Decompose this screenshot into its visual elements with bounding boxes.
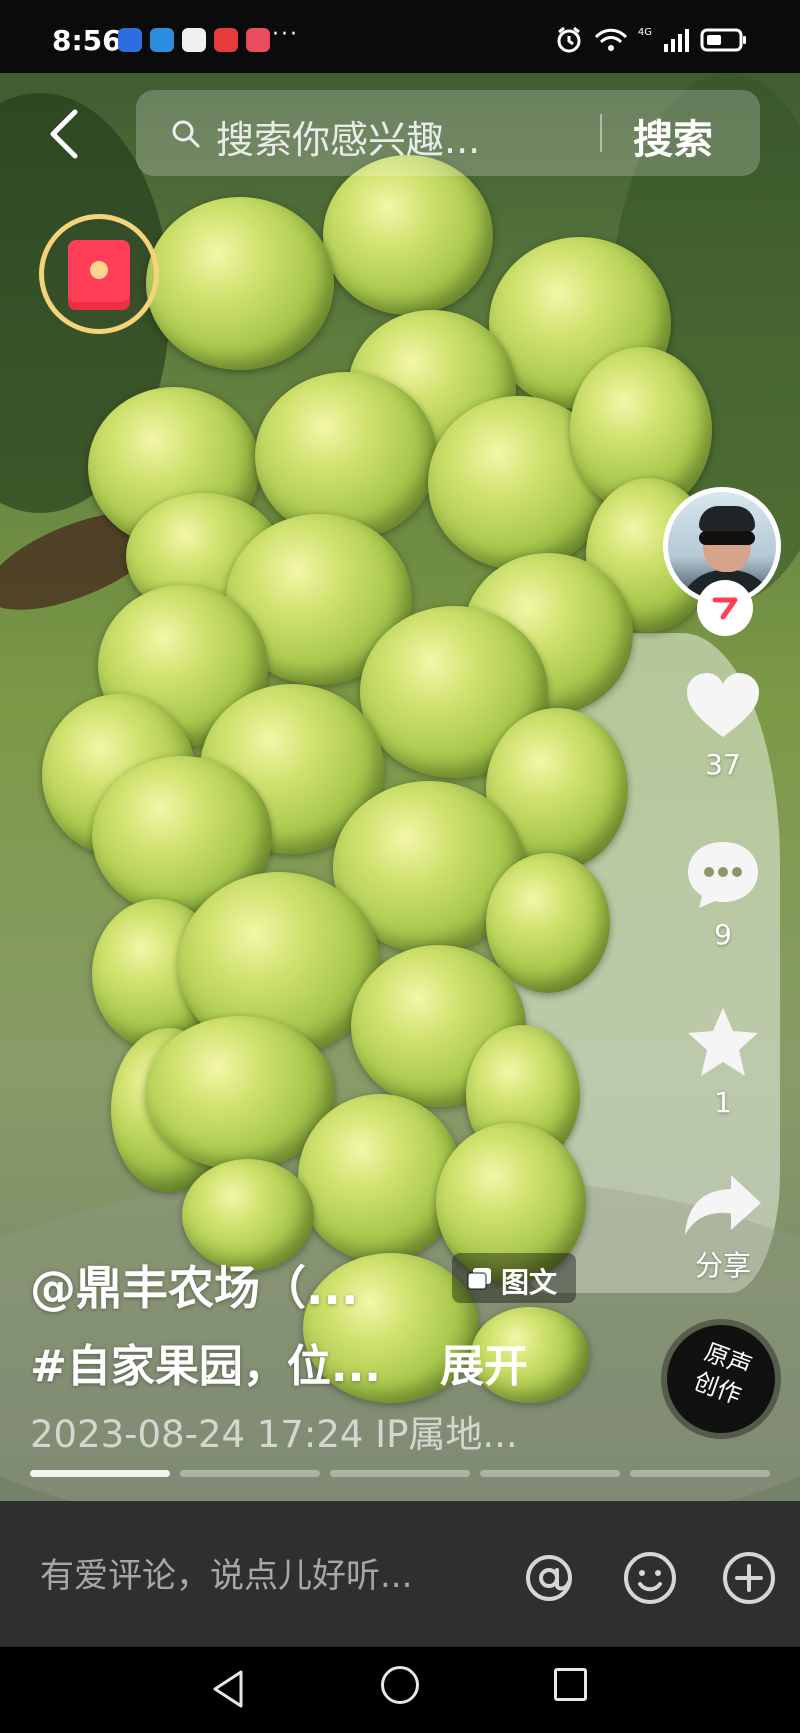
social-app-icon <box>214 28 238 52</box>
status-more-icon: ··· <box>272 22 299 47</box>
like-count: 37 <box>705 748 741 781</box>
like-button[interactable]: 37 <box>680 670 766 781</box>
system-nav-bar <box>0 1647 800 1733</box>
grape <box>146 197 334 370</box>
link-app-icon <box>182 28 206 52</box>
music-disc-text: 原声 创作 <box>690 1337 756 1410</box>
comment-input[interactable]: 有爱评论，说点儿好听... <box>40 1548 412 1597</box>
image-text-label: 图文 <box>501 1266 558 1299</box>
follow-plus-icon <box>712 597 738 620</box>
search-input[interactable]: 搜索你感兴趣... <box>216 109 480 164</box>
avatar-person-hair <box>699 506 755 532</box>
progress-segment <box>330 1470 470 1477</box>
progress-segment <box>630 1470 770 1477</box>
music-disc[interactable]: 原声 创作 <box>667 1325 775 1433</box>
book-app-icon <box>246 28 270 52</box>
collect-button[interactable]: 1 <box>680 1004 766 1119</box>
comment-count: 9 <box>714 918 732 951</box>
network-type-label: 4G <box>637 26 652 38</box>
back-icon[interactable] <box>40 106 88 162</box>
status-time: 8:56 <box>52 24 122 57</box>
music-app-icon <box>118 28 142 52</box>
author-name[interactable]: @鼎丰农场（... <box>30 1252 358 1318</box>
emoji-icon[interactable] <box>623 1551 677 1605</box>
post-tags[interactable]: #自家果园，位... <box>30 1330 381 1394</box>
search-icon <box>172 120 200 148</box>
grape <box>255 372 437 540</box>
collect-count: 1 <box>714 1086 732 1119</box>
grape <box>298 1094 462 1262</box>
search-divider <box>600 114 602 152</box>
comment-bar: 有爱评论，说点儿好听... <box>0 1501 800 1647</box>
nav-home-icon[interactable] <box>381 1666 419 1704</box>
progress-segment <box>180 1470 320 1477</box>
post-image[interactable]: 搜索你感兴趣... 搜索 37 9 1 分享 原声 创作 @鼎丰农场（... 图… <box>0 73 800 1501</box>
status-icons: 4G <box>554 26 748 54</box>
progress-segment <box>480 1470 620 1477</box>
wifi-icon <box>594 28 627 51</box>
plus-icon[interactable] <box>722 1551 776 1605</box>
avatar-sunglasses <box>699 531 755 545</box>
expand-button[interactable]: 展开 <box>440 1330 528 1394</box>
follow-button[interactable] <box>697 580 753 636</box>
browser-app-icon <box>150 28 174 52</box>
signal-icon <box>664 29 689 52</box>
search-bar[interactable]: 搜索你感兴趣... 搜索 <box>136 90 760 176</box>
post-meta: 2023-08-24 17:24 IP属地... <box>30 1413 518 1456</box>
comment-button[interactable]: 9 <box>680 836 766 951</box>
share-arrow-icon <box>685 1175 761 1235</box>
status-app-icons <box>118 28 270 52</box>
image-text-badge: 图文 <box>452 1253 576 1303</box>
share-label: 分享 <box>694 1249 751 1282</box>
progress-segment-active <box>30 1470 170 1477</box>
comment-icon <box>688 842 758 908</box>
nav-back-icon[interactable] <box>209 1668 249 1710</box>
red-packet-coin-icon <box>90 261 108 279</box>
image-progress <box>30 1470 770 1477</box>
nav-recent-apps-icon[interactable] <box>554 1668 587 1701</box>
image-text-icon <box>467 1268 491 1290</box>
alarm-icon <box>557 26 581 53</box>
search-button[interactable]: 搜索 <box>633 107 713 165</box>
star-icon <box>688 1008 758 1076</box>
share-button[interactable]: 分享 <box>680 1172 766 1284</box>
grape <box>323 155 493 315</box>
at-icon[interactable] <box>522 1551 576 1605</box>
battery-icon <box>700 28 746 52</box>
status-bar: 8:56 ··· 4G <box>0 0 800 80</box>
red-packet-icon[interactable] <box>68 240 130 310</box>
heart-icon <box>687 673 759 737</box>
